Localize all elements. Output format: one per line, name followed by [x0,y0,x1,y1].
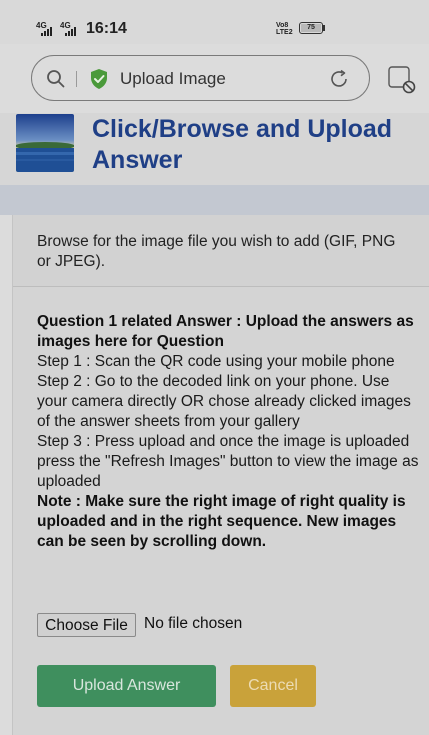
upload-answer-button[interactable]: Upload Answer [37,665,216,707]
battery-level: 75 [301,24,321,32]
signal-bars-icon [41,27,52,36]
url-text[interactable]: Upload Image [120,69,226,89]
upload-panel: Browse for the image file you wish to ad… [12,215,429,735]
description-section: Browse for the image file you wish to ad… [13,215,429,287]
file-status: No file chosen [144,615,243,632]
reload-icon[interactable] [328,68,350,90]
status-time: 16:14 [86,20,127,37]
instructions: Question 1 related Answer : Upload the a… [37,312,422,552]
ad-block-icon[interactable] [388,66,416,94]
signal-bars-icon [65,27,76,36]
volte-indicator: Vo8 LTE2 [276,22,293,36]
battery-icon: 75 [299,22,323,34]
battery-tip [323,25,325,31]
screen: 4G 4G 16:14 Vo8 LTE2 75 Upload Image Cli… [0,0,429,735]
page-title: Click/Browse and Upload Answer [92,115,393,174]
instructions-step-1: Step 1 : Scan the QR code using your mob… [37,353,395,370]
instructions-heading: Question 1 related Answer : Upload the a… [37,313,414,350]
cancel-button[interactable]: Cancel [230,665,316,707]
header-band [0,185,429,215]
instructions-step-3: Step 3 : Press upload and once the image… [37,433,419,490]
shield-icon [91,69,107,89]
instructions-note: Note : Make sure the right image of righ… [37,493,406,550]
choose-file-button[interactable]: Choose File [37,613,136,637]
address-bar[interactable]: Upload Image [31,55,370,101]
search-icon[interactable] [46,69,66,89]
address-divider [76,71,77,87]
site-logo-image [16,114,74,172]
description-text: Browse for the image file you wish to ad… [37,233,396,270]
instructions-step-2: Step 2 : Go to the decoded link on your … [37,373,411,430]
status-bar: 4G 4G 16:14 Vo8 LTE2 75 [0,0,429,44]
